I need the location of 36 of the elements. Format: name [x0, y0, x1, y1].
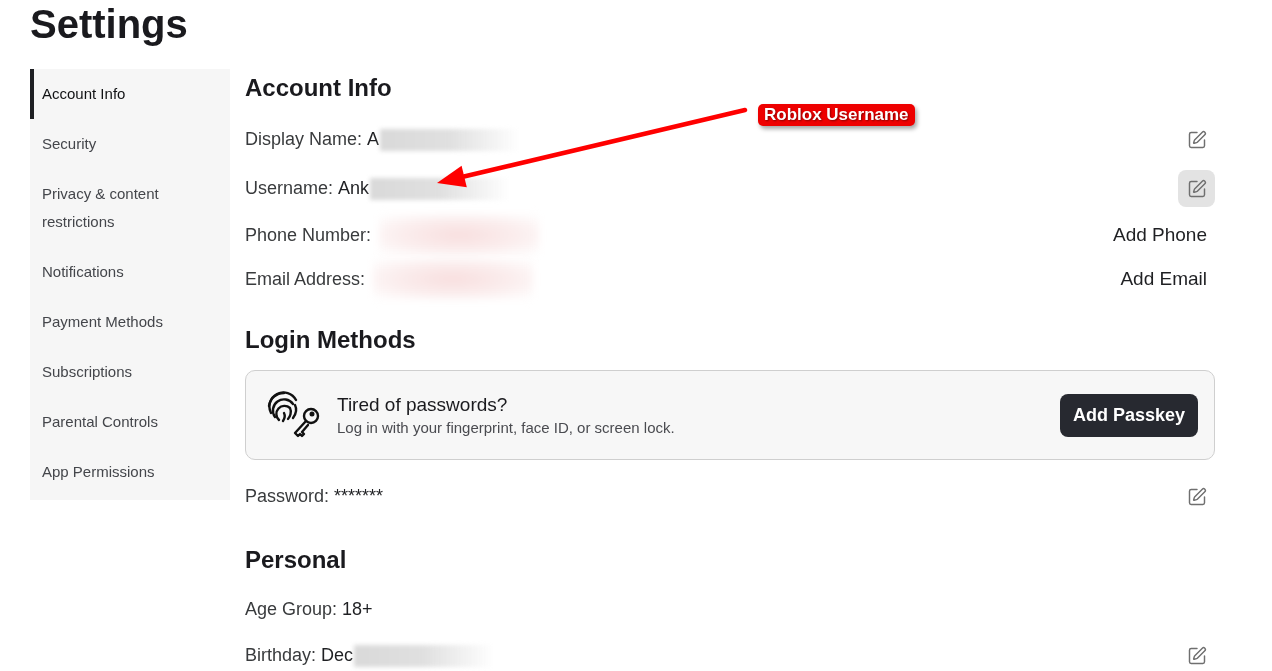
sidebar-item[interactable]: Payment Methods: [30, 297, 230, 347]
edit-icon: [1186, 486, 1207, 507]
fingerprint-key-icon: [266, 391, 322, 439]
field-label: Display Name:: [245, 128, 363, 151]
field-value: Ank: [338, 177, 370, 200]
sidebar-item[interactable]: Parental Controls: [30, 397, 230, 447]
sidebar-item[interactable]: Security: [30, 119, 230, 169]
sidebar-item[interactable]: Subscriptions: [30, 347, 230, 397]
field-label: Username:: [245, 177, 334, 200]
section-heading: Personal: [245, 545, 347, 575]
add-passkey-button[interactable]: Add Passkey: [1059, 393, 1198, 437]
field-value: Dec: [321, 644, 354, 667]
sidebar-item[interactable]: Notifications: [30, 247, 230, 297]
edit-icon: [1186, 178, 1207, 199]
field-label: Birthday:: [245, 644, 317, 667]
edit-icon: [1186, 129, 1207, 150]
field-label: Age Group:: [245, 597, 338, 621]
field-label: Phone Number:: [245, 223, 372, 247]
sidebar-item[interactable]: App Permissions: [30, 447, 230, 497]
action-link[interactable]: Add Email: [1120, 264, 1207, 294]
card-title: Tired of passwords?: [337, 393, 509, 417]
section-heading: Login Methods: [245, 325, 416, 355]
edit-button[interactable]: [1178, 170, 1215, 207]
page-title: Settings: [30, 4, 188, 44]
card-text: Log in with your fingerprint, face ID, or screen lock.: [337, 418, 675, 438]
edit-icon: [1186, 645, 1207, 666]
annotation-label: Roblox Username: [758, 104, 915, 126]
field-value: *******: [334, 485, 384, 508]
action-link[interactable]: Add Phone: [1112, 220, 1207, 250]
sidebar-item[interactable]: Privacy & content restrictions: [30, 169, 230, 247]
field-value: 18+: [342, 597, 373, 621]
section-heading: Account Info: [245, 73, 392, 103]
field-label: Password:: [245, 485, 330, 508]
sidebar-item[interactable]: Account Info: [30, 69, 230, 119]
field-value: A: [367, 128, 380, 151]
field-label: Email Address:: [245, 267, 366, 291]
